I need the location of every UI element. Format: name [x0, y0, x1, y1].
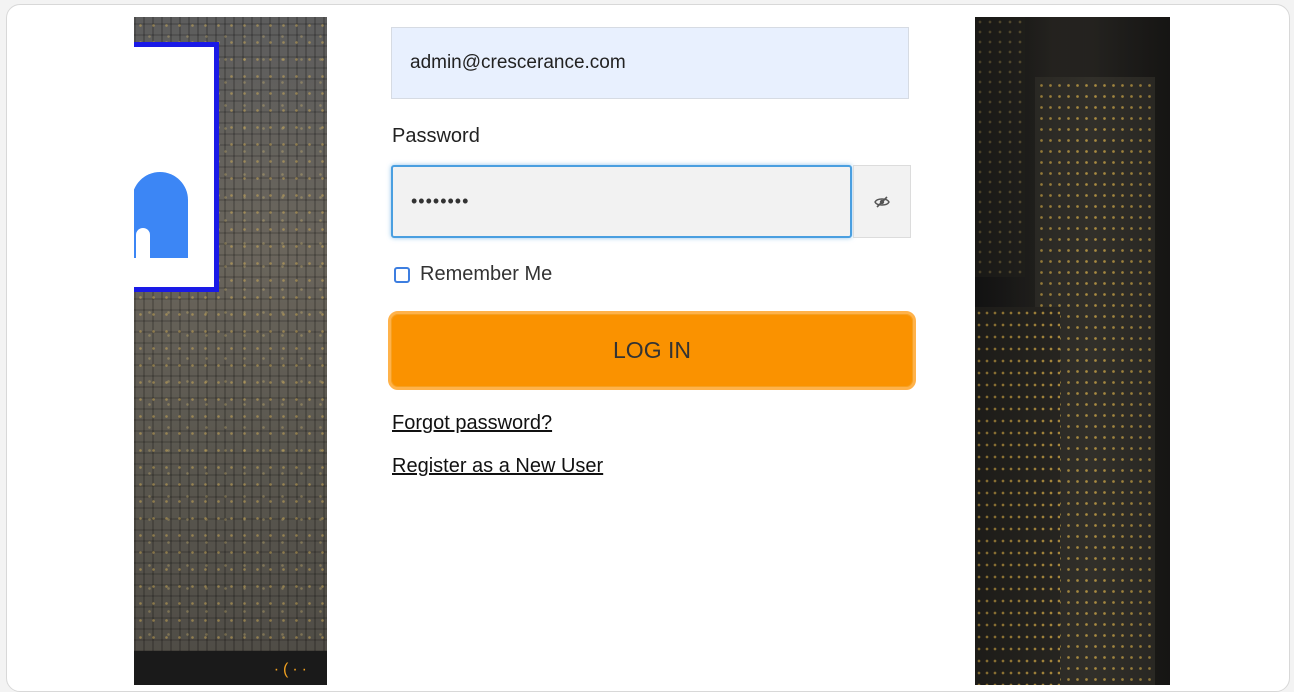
login-button[interactable]: LOG IN — [388, 311, 916, 390]
remember-me-checkbox[interactable] — [394, 266, 410, 283]
password-field-group — [391, 165, 911, 238]
footer-bar: ·(·· — [134, 651, 327, 685]
eye-slash-icon — [874, 195, 890, 208]
password-input[interactable] — [391, 165, 852, 238]
email-input[interactable] — [391, 27, 909, 99]
remember-me-label: Remember Me — [420, 263, 553, 285]
city-background-left: ·(·· — [134, 17, 327, 685]
loading-dots-icon: ·(·· — [273, 661, 311, 678]
remember-me-option[interactable]: Remember Me — [394, 263, 552, 286]
brand-logo — [134, 42, 219, 292]
password-visibility-toggle[interactable] — [853, 165, 911, 238]
password-label: Password — [392, 125, 480, 147]
register-link[interactable]: Register as a New User — [392, 455, 603, 478]
forgot-password-link[interactable]: Forgot password? — [392, 412, 552, 435]
city-background-right — [975, 17, 1170, 685]
page-frame: ·(·· Password Remember Me LOG IN Forgot … — [6, 4, 1290, 692]
logo-glyph — [134, 172, 188, 258]
